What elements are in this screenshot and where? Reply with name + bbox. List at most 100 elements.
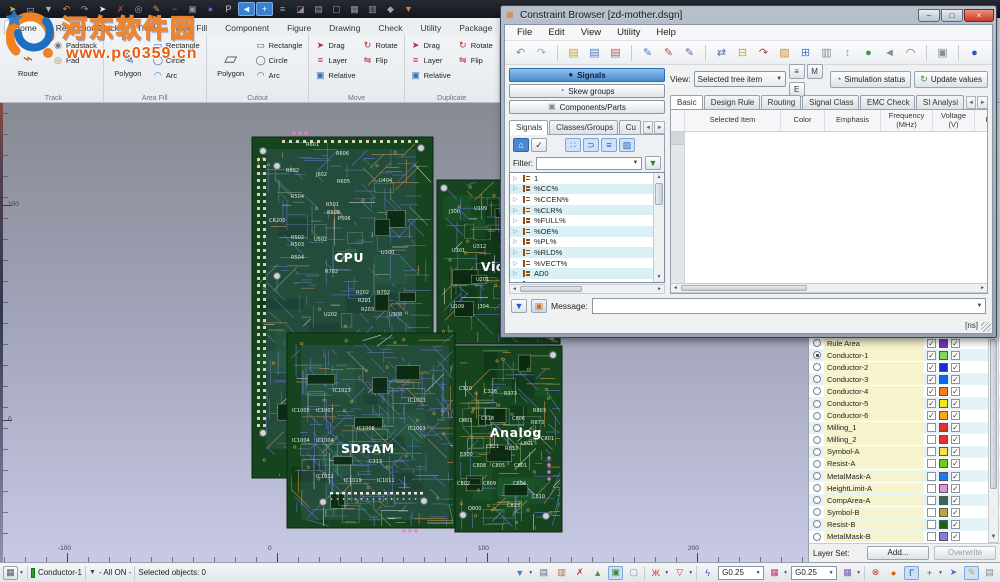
layer-name[interactable]: Milling_1 [824,422,924,433]
simulation-status-button[interactable]: ◔ Simulation status [830,71,911,88]
chevron-down-icon[interactable]: ▼ [630,160,641,166]
tab-signals[interactable]: Signals [509,120,548,135]
layer-on-checkbox[interactable] [927,532,936,541]
flip-button[interactable]: ⇋Flip [456,54,495,67]
layer-radio[interactable] [813,508,821,516]
pointer-mode-icon[interactable]: ◄ [238,2,255,16]
box-icon[interactable]: ▢ [328,2,345,16]
ribbon-tab-check[interactable]: Check [369,21,411,35]
layer-color-swatch[interactable] [939,435,948,444]
help-icon[interactable]: ● [965,44,984,62]
layer-on-checkbox[interactable]: ✓ [927,363,936,372]
ratsnest-icon[interactable]: ⊗ [868,566,883,580]
tree-scrollbar[interactable]: ▲ ▼ [653,173,664,282]
tab-scroll-left[interactable]: ◄ [966,96,977,109]
filter-state-label[interactable]: - All ON - [99,568,131,577]
layer-on-checkbox[interactable] [927,484,936,493]
layer-on-checkbox[interactable] [927,496,936,505]
layer-name[interactable]: Conductor-6 [824,410,924,421]
layer-radio[interactable] [813,400,821,408]
scrollbar-thumb[interactable] [990,339,997,489]
grid2-combobox[interactable]: G0.25▼ [791,566,837,580]
update-values-button[interactable]: ↻ Update values [914,71,988,88]
layer-name[interactable]: Conductor-2 [824,362,924,373]
menu-view[interactable]: View [573,27,609,38]
layer-radio[interactable] [813,351,821,359]
diamond-icon[interactable]: ◆ [382,2,399,16]
delete-constraints-icon[interactable]: ▤ [606,44,625,62]
undo-icon[interactable]: ↶ [511,44,530,62]
grid2-icon[interactable]: ▦ [840,566,855,580]
layer-on-checkbox[interactable]: ✓ [927,339,936,348]
layer-name[interactable]: Resist-A [824,458,924,469]
tree-item--ccen-[interactable]: ▷%CCEN% [510,194,653,205]
layer-visible-checkbox[interactable]: ✓ [951,508,960,517]
overlap-icon[interactable]: ▥ [364,2,381,16]
pad-button[interactable]: ◎Pad [51,54,99,67]
layer-color-swatch[interactable] [939,447,948,456]
eraser-icon[interactable]: ◪ [292,2,309,16]
ribbon-tab-utility[interactable]: Utility [411,21,450,35]
arc-button[interactable]: ◠Arc [254,69,305,82]
layers-icon[interactable]: ≡ [274,2,291,16]
tab-routing[interactable]: Routing [761,95,802,109]
close-button[interactable]: × [964,9,994,22]
chevron-down-icon[interactable]: ▼ [664,570,669,576]
layer-radio[interactable] [813,375,821,383]
chevron-down-icon[interactable]: ▼ [19,570,24,576]
polygon-button[interactable]: ✎Polygon [108,37,148,91]
place-icon[interactable]: P [220,2,237,16]
circle-button[interactable]: ◯Circle [151,54,202,67]
layer-name[interactable]: MetalMask-B [824,531,924,542]
tab-classes-groups[interactable]: Classes/Groups [549,120,618,134]
tab-basic[interactable]: Basic [670,95,703,109]
open-icon[interactable]: ▥ [817,44,836,62]
layer-radio[interactable] [813,387,821,395]
fill-icon[interactable]: ▲ [590,566,605,580]
highlight-icon[interactable]: ● [886,566,901,580]
layer-name[interactable]: Resist-B [824,519,924,530]
layer-name[interactable]: HeightLimit-A [824,483,924,494]
tree-item-bufdir3[interactable]: ▷BUFDIR3 [510,279,653,282]
tree-item--rld-[interactable]: ▷%RLD% [510,247,653,258]
ribbon-tab-track[interactable]: Track [128,21,167,35]
layer-name[interactable]: Conductor-4 [824,386,924,397]
layer-radio[interactable] [813,412,821,420]
layer-color-swatch[interactable] [939,496,948,505]
layer-radio[interactable] [813,484,821,492]
ribbon-tab-package[interactable]: Package [450,21,501,35]
layer-visible-checkbox[interactable]: ✓ [951,423,960,432]
minimize-button[interactable]: – [918,9,940,22]
layer-color-swatch[interactable] [939,520,948,529]
expander-icon[interactable]: ▷ [513,175,519,182]
rectangle-button[interactable]: ▭Rectangle [151,39,202,52]
layer-button[interactable]: ≡Layer [409,54,453,67]
flip-button[interactable]: ⇋Flip [361,54,400,67]
app-menu-icon[interactable]: ➤ [4,2,21,16]
tab-scroll-right[interactable]: ► [654,121,665,134]
ribbon-tab-component[interactable]: Component [216,21,278,35]
ribbon-tab-restriction-block[interactable]: Restriction/Block [47,21,128,35]
scroll-down-button[interactable]: ▼ [989,532,998,542]
expander-icon[interactable]: ▷ [513,260,519,267]
polygon-button[interactable]: ▱Polygon [211,37,251,91]
active-layer-label[interactable]: Conductor-1 [38,568,82,577]
layer-radio[interactable] [813,448,821,456]
home-icon[interactable]: ⌂ [513,138,529,152]
chevron-down-icon[interactable]: ▼ [753,570,763,576]
layer-name[interactable]: Conductor-1 [824,350,924,361]
check-all-icon[interactable]: ✓ [531,138,547,152]
layer-color-swatch[interactable] [939,508,948,517]
layer-visible-checkbox[interactable]: ✓ [951,435,960,444]
message-filter-button[interactable]: ▼ [511,299,527,313]
pointer-icon[interactable]: ➤ [946,566,961,580]
expander-icon[interactable]: ▷ [513,207,519,214]
ribbon-tab-home[interactable]: Home [4,20,47,35]
pen-icon[interactable]: ✎ [148,2,165,16]
layer-on-checkbox[interactable] [927,508,936,517]
layer-color-swatch[interactable] [939,411,948,420]
signals-button[interactable]: ●Signals [509,68,665,82]
expander-icon[interactable]: ▷ [513,281,519,282]
expander-icon[interactable]: ▷ [513,249,519,256]
layer-on-checkbox[interactable]: ✓ [927,387,936,396]
